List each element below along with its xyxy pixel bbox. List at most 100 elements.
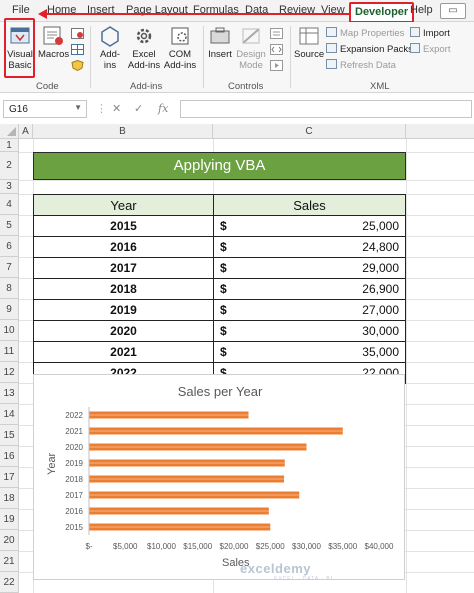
table-body: 2015 $25,000 2016 $24,800 2017 $29,000 2018 $26… xyxy=(33,215,406,384)
x-tick-label: $15,000 xyxy=(183,542,212,551)
sales-amount: 30,000 xyxy=(362,324,399,338)
row-header-15[interactable]: 15 xyxy=(0,425,19,446)
sales-cell[interactable]: $35,000 xyxy=(213,341,406,363)
y-tick-label: 2015 xyxy=(65,523,83,532)
sales-cell[interactable]: $26,900 xyxy=(213,278,406,300)
chevron-down-icon[interactable]: ▼ xyxy=(74,103,82,112)
sales-cell[interactable]: $27,000 xyxy=(213,299,406,321)
xml-group-label: XML xyxy=(370,81,390,92)
x-tick-label: $40,000 xyxy=(365,542,394,551)
insert-function-icon[interactable]: fx xyxy=(158,102,168,115)
add-ins-button[interactable]: Add- ins xyxy=(96,25,124,71)
watermark-tagline: EXCEL · DATA · BI xyxy=(274,576,334,582)
excel-add-ins-button[interactable]: Excel Add-ins xyxy=(126,25,162,71)
header-year[interactable]: Year xyxy=(33,194,214,216)
currency-symbol: $ xyxy=(220,261,227,275)
excel-add-ins-label-2: Add-ins xyxy=(127,60,161,71)
design-mode-button[interactable]: Design Mode xyxy=(236,25,266,71)
x-tick-label: $5,000 xyxy=(113,542,138,551)
row-header-12[interactable]: 12 xyxy=(0,362,19,383)
group-divider xyxy=(203,26,204,88)
x-tick-label: $20,000 xyxy=(220,542,249,551)
year-cell[interactable]: 2019 xyxy=(33,299,214,321)
macro-security-icon[interactable] xyxy=(71,60,84,71)
expansion-packs-button[interactable]: Expansion Packs xyxy=(326,43,413,55)
cancel-icon[interactable]: ✕ xyxy=(112,102,121,115)
row-header-5[interactable]: 5 xyxy=(0,215,19,236)
select-all-corner[interactable] xyxy=(0,124,19,139)
year-cell[interactable]: 2017 xyxy=(33,257,214,279)
name-box[interactable]: G16 ▼ xyxy=(3,100,87,118)
insert-control-button[interactable]: Insert xyxy=(207,25,233,60)
sales-amount: 35,000 xyxy=(362,345,399,359)
import-button[interactable]: Import xyxy=(410,27,450,39)
row-header-18[interactable]: 18 xyxy=(0,488,19,509)
row-header-13[interactable]: 13 xyxy=(0,383,19,404)
sales-cell[interactable]: $24,800 xyxy=(213,236,406,258)
record-macro-icon[interactable] xyxy=(71,28,84,39)
column-header-c[interactable]: C xyxy=(213,124,406,139)
row-header-1[interactable]: 1 xyxy=(0,139,19,152)
x-tick-label: $35,000 xyxy=(328,542,357,551)
row-header-3[interactable]: 3 xyxy=(0,180,19,194)
row-header-8[interactable]: 8 xyxy=(0,278,19,299)
row-header-7[interactable]: 7 xyxy=(0,257,19,278)
refresh-data-button[interactable]: Refresh Data xyxy=(326,59,396,71)
source-button[interactable]: Source xyxy=(294,25,324,60)
visual-basic-highlight xyxy=(4,18,35,78)
gear-icon xyxy=(136,28,152,44)
com-add-ins-button[interactable]: COM Add-ins xyxy=(162,25,198,71)
row-header-22[interactable]: 22 xyxy=(0,572,19,593)
formula-bar: G16 ▼ ⋮ ✕ ✓ fx xyxy=(0,98,474,120)
sales-cell[interactable]: $29,000 xyxy=(213,257,406,279)
row-header-2[interactable]: 2 xyxy=(0,152,19,180)
design-mode-label-2: Mode xyxy=(239,60,263,71)
table-row: 2021 $35,000 xyxy=(33,341,406,363)
column-header-b[interactable]: B xyxy=(33,124,213,139)
map-properties-button[interactable]: Map Properties xyxy=(326,27,404,39)
column-header-a[interactable]: A xyxy=(19,124,33,139)
add-ins-label-1: Add- xyxy=(99,49,121,60)
year-cell[interactable]: 2015 xyxy=(33,215,214,237)
row-header-4[interactable]: 4 xyxy=(0,194,19,215)
run-dialog-icon[interactable] xyxy=(270,60,283,71)
relative-references-icon[interactable] xyxy=(71,44,84,55)
row-header-19[interactable]: 19 xyxy=(0,509,19,530)
excel-add-ins-label-1: Excel xyxy=(132,49,156,60)
export-button[interactable]: Export xyxy=(410,43,450,55)
com-add-ins-label-2: Add-ins xyxy=(163,60,197,71)
enter-icon[interactable]: ✓ xyxy=(134,102,143,115)
controls-group-label: Controls xyxy=(228,81,264,92)
design-mode-icon xyxy=(242,28,260,44)
sales-chart[interactable]: Sales per Year 2015 2016 2017 2018 2019 2020 2… xyxy=(33,374,405,582)
row-header-10[interactable]: 10 xyxy=(0,320,19,341)
currency-symbol: $ xyxy=(220,303,227,317)
row-header-11[interactable]: 11 xyxy=(0,341,19,362)
row-header-16[interactable]: 16 xyxy=(0,446,19,467)
refresh-data-label: Refresh Data xyxy=(340,60,396,71)
table-row: 2017 $29,000 xyxy=(33,257,406,279)
year-cell[interactable]: 2021 xyxy=(33,341,214,363)
y-axis-title[interactable]: Year xyxy=(46,453,58,475)
sales-cell[interactable]: $30,000 xyxy=(213,320,406,342)
year-cell[interactable]: 2018 xyxy=(33,278,214,300)
row-header-14[interactable]: 14 xyxy=(0,404,19,425)
view-code-icon[interactable] xyxy=(270,44,283,55)
header-sales[interactable]: Sales xyxy=(213,194,406,216)
macros-button[interactable]: Macros xyxy=(38,25,69,60)
row-header-17[interactable]: 17 xyxy=(0,467,19,488)
year-cell[interactable]: 2016 xyxy=(33,236,214,258)
properties-icon[interactable] xyxy=(270,28,283,39)
export-label: Export xyxy=(423,44,451,55)
year-cell[interactable]: 2020 xyxy=(33,320,214,342)
x-tick-label: $10,000 xyxy=(147,542,176,551)
add-ins-label-2: ins xyxy=(103,60,117,71)
row-header-6[interactable]: 6 xyxy=(0,236,19,257)
column-header-d[interactable] xyxy=(406,124,474,139)
table-title[interactable]: Applying VBA xyxy=(33,152,406,180)
row-header-20[interactable]: 20 xyxy=(0,530,19,551)
row-header-21[interactable]: 21 xyxy=(0,551,19,572)
formula-input[interactable] xyxy=(180,100,472,118)
sales-cell[interactable]: $25,000 xyxy=(213,215,406,237)
row-header-9[interactable]: 9 xyxy=(0,299,19,320)
